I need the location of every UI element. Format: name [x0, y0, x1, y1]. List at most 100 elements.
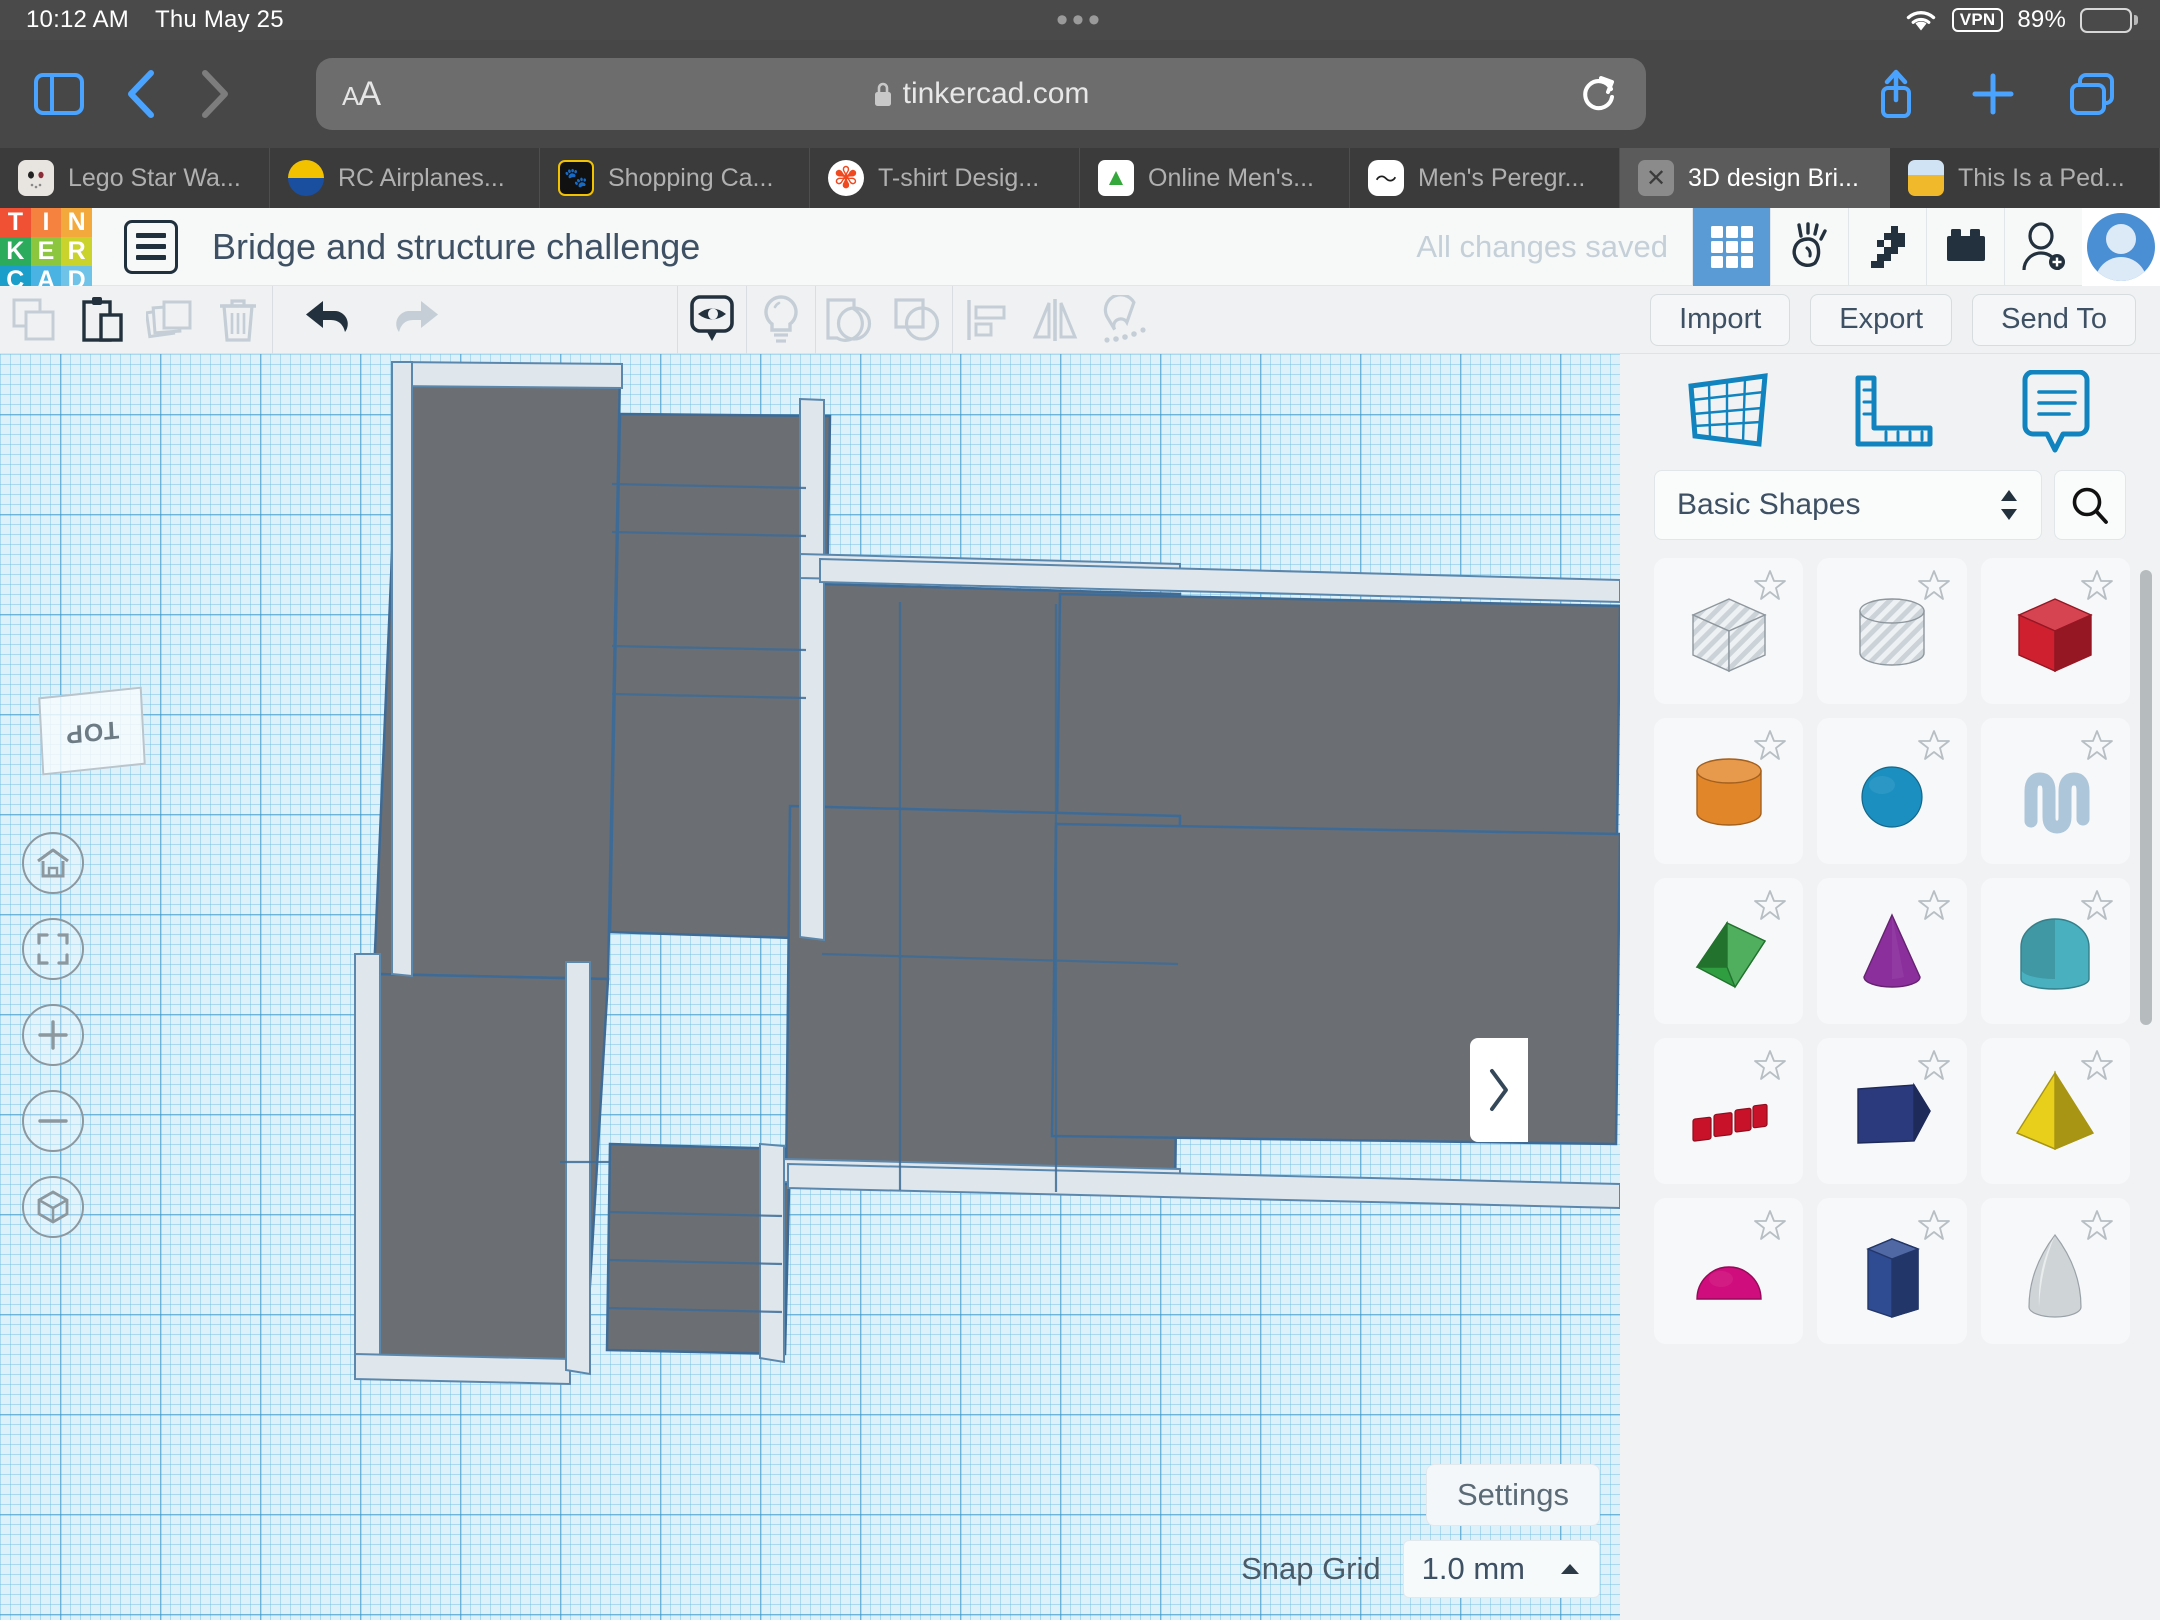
shape-halfcylinder-teal[interactable] — [1981, 878, 2130, 1024]
hamburger-list-icon[interactable] — [124, 220, 178, 274]
orthographic-toggle-button[interactable] — [22, 1176, 84, 1238]
zoom-out-button[interactable] — [22, 1090, 84, 1152]
favorite-star-icon[interactable] — [1753, 728, 1787, 762]
shape-cone-purple[interactable] — [1817, 878, 1966, 1024]
tab-item[interactable]: ✾T-shirt Desig... — [810, 148, 1080, 208]
tabs-icon[interactable] — [2068, 71, 2116, 117]
favorite-star-icon[interactable] — [2080, 888, 2114, 922]
favorite-star-icon[interactable] — [2080, 568, 2114, 602]
sidebar-icon[interactable] — [34, 73, 84, 115]
align-icon[interactable] — [953, 286, 1021, 354]
shape-pyramid-yellow[interactable] — [1981, 1038, 2130, 1184]
codeblocks-hand-icon[interactable] — [1770, 208, 1848, 286]
shape-hexprism-blue[interactable] — [1817, 1198, 1966, 1344]
shapes-scrollbar[interactable] — [2140, 570, 2152, 1025]
shape-scribble[interactable] — [1981, 718, 2130, 864]
favorite-star-icon[interactable] — [2080, 728, 2114, 762]
tab-item[interactable]: ▲Online Men's... — [1080, 148, 1350, 208]
edit-toolbar: Import Export Send To — [0, 286, 2160, 354]
user-avatar[interactable] — [2082, 208, 2160, 286]
panel-collapse-toggle[interactable] — [1470, 1038, 1528, 1142]
duplicate-icon[interactable] — [136, 286, 204, 354]
shapes-grid[interactable] — [1620, 558, 2160, 1620]
text-size-icon[interactable]: AA — [342, 75, 380, 114]
view-cube[interactable]: TOP — [38, 687, 146, 776]
import-button[interactable]: Import — [1650, 294, 1790, 346]
zoom-in-button[interactable] — [22, 1004, 84, 1066]
shape-cylinder-orange[interactable] — [1654, 718, 1803, 864]
multitask-handle[interactable]: ••• — [0, 13, 2160, 27]
magnet-snap-icon[interactable] — [1089, 286, 1157, 354]
view-cube-face: TOP — [64, 714, 119, 749]
favorite-star-icon[interactable] — [1917, 888, 1951, 922]
settings-button[interactable]: Settings — [1426, 1464, 1600, 1526]
close-icon[interactable]: ✕ — [1638, 160, 1674, 196]
minecraft-pickaxe-icon[interactable] — [1848, 208, 1926, 286]
page-title[interactable]: Bridge and structure challenge — [212, 226, 700, 268]
plus-icon[interactable] — [1970, 71, 2016, 117]
favorite-star-icon[interactable] — [2080, 1208, 2114, 1242]
favorite-star-icon[interactable] — [2080, 1048, 2114, 1082]
tab-label: RC Airplanes... — [338, 164, 505, 193]
bridge-model[interactable] — [0, 354, 1620, 1620]
lightbulb-hint-icon[interactable] — [747, 286, 815, 354]
mirror-icon[interactable] — [1021, 286, 1089, 354]
address-bar[interactable]: AA tinkercad.com — [316, 58, 1646, 130]
favorite-star-icon[interactable] — [1753, 1048, 1787, 1082]
tab-active[interactable]: ✕ 3D design Bri... — [1620, 148, 1890, 208]
tab-item[interactable]: Lego Star Wa... — [0, 148, 270, 208]
reload-icon[interactable] — [1580, 73, 1618, 115]
lock-icon — [873, 81, 893, 107]
notes-icon[interactable] — [2017, 370, 2095, 454]
shape-roof-green[interactable] — [1654, 878, 1803, 1024]
shape-paraboloid-gray[interactable] — [1981, 1198, 2130, 1344]
shape-box-hole[interactable] — [1654, 558, 1803, 704]
show-hide-eye-icon[interactable] — [678, 286, 746, 354]
undo-icon[interactable] — [295, 286, 363, 354]
lego-brick-icon[interactable] — [1926, 208, 2004, 286]
export-button[interactable]: Export — [1810, 294, 1952, 346]
favorite-star-icon[interactable] — [1753, 1208, 1787, 1242]
shape-halfsphere-pink[interactable] — [1654, 1198, 1803, 1344]
copy-icon[interactable] — [0, 286, 68, 354]
favorite-star-icon[interactable] — [1753, 888, 1787, 922]
favorite-star-icon[interactable] — [1753, 568, 1787, 602]
shape-text-red[interactable] — [1654, 1038, 1803, 1184]
shape-box-red[interactable] — [1981, 558, 2130, 704]
snap-grid-value: 1.0 mm — [1422, 1551, 1525, 1587]
ipad-safari-tinkercad-screen: 10:12 AM Thu May 25 ••• VPN 89% — [0, 0, 2160, 1620]
tab-label: 3D design Bri... — [1688, 164, 1859, 193]
tab-item[interactable]: 🐾Shopping Ca... — [540, 148, 810, 208]
status-time: 10:12 AM — [26, 6, 129, 34]
favorite-star-icon[interactable] — [1917, 1208, 1951, 1242]
workplane-icon[interactable] — [1685, 372, 1771, 452]
favorite-star-icon[interactable] — [1917, 1048, 1951, 1082]
shape-polygon-navy[interactable] — [1817, 1038, 1966, 1184]
tab-item[interactable]: ～Men's Peregr... — [1350, 148, 1620, 208]
tab-item[interactable]: RC Airplanes... — [270, 148, 540, 208]
3d-workplane-canvas[interactable]: TOP — [0, 354, 1620, 1620]
browser-forward-button[interactable] — [198, 68, 232, 120]
group-icon[interactable] — [816, 286, 884, 354]
home-view-button[interactable] — [22, 832, 84, 894]
ruler-icon[interactable] — [1852, 372, 1936, 452]
share-icon[interactable] — [1874, 68, 1918, 120]
delete-icon[interactable] — [204, 286, 272, 354]
shape-category-select[interactable]: Basic Shapes — [1654, 470, 2042, 540]
search-icon[interactable] — [2054, 470, 2126, 540]
invite-people-icon[interactable] — [2004, 208, 2082, 286]
sendto-button[interactable]: Send To — [1972, 294, 2136, 346]
tab-item[interactable]: This Is a Ped... — [1890, 148, 2160, 208]
favorite-star-icon[interactable] — [1917, 728, 1951, 762]
ungroup-icon[interactable] — [884, 286, 952, 354]
shape-sphere-blue[interactable] — [1817, 718, 1966, 864]
tinkercad-logo[interactable]: TINKERCAD — [0, 208, 92, 286]
favorite-star-icon[interactable] — [1917, 568, 1951, 602]
shape-cylinder-hole[interactable] — [1817, 558, 1966, 704]
paste-icon[interactable] — [68, 286, 136, 354]
blocks-grid-icon[interactable] — [1692, 208, 1770, 286]
browser-back-button[interactable] — [124, 68, 158, 120]
fit-to-view-button[interactable] — [22, 918, 84, 980]
snap-grid-select[interactable]: 1.0 mm — [1403, 1540, 1600, 1598]
redo-icon[interactable] — [381, 286, 449, 354]
